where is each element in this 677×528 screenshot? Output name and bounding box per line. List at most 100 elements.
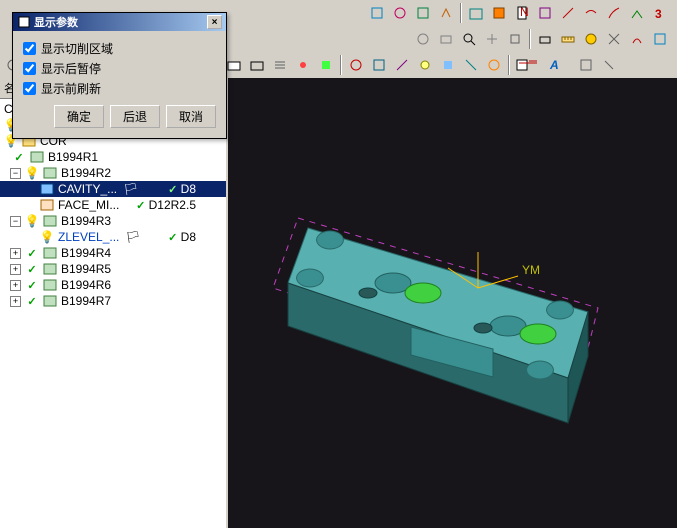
dialog-body: 显示切削区域 显示后暂停 显示前刷新 确定 后退 取消 [13,31,226,138]
svg-text:A: A [549,58,559,72]
toolbar-btn[interactable] [465,2,487,24]
lightbulb-icon: 💡 [25,166,39,180]
tree-item[interactable]: + ✓ B1994R4 [0,245,226,261]
toolbar-btn[interactable] [603,28,625,50]
toolbar-btn[interactable] [366,2,388,24]
toolbar-btn[interactable] [246,54,268,76]
checkbox-pause-after[interactable]: 显示后暂停 [23,60,216,77]
toolbar-btn[interactable] [483,54,505,76]
expand-icon[interactable]: + [10,248,21,259]
tree-item[interactable]: − 💡 B1994R3 [0,213,226,229]
program-icon [43,294,57,308]
tree-item[interactable]: − 💡 B1994R2 [0,165,226,181]
operation-icon [40,198,54,212]
checkbox-input[interactable] [23,42,36,55]
ruler-icon[interactable] [557,28,579,50]
toolbar-separator [529,29,531,49]
toolbar-btn[interactable] [435,2,457,24]
program-icon [43,262,57,276]
svg-text:3: 3 [655,7,662,20]
zoom-in-icon[interactable] [458,28,480,50]
tool-col: ✓ D8 [160,182,226,196]
toolbar-btn[interactable] [412,28,434,50]
toolbar-btn[interactable]: N [511,2,533,24]
collapse-icon[interactable]: − [10,216,21,227]
ok-button[interactable]: 确定 [54,105,104,128]
check-icon: ✓ [25,262,39,276]
checkbox-cut-region[interactable]: 显示切削区域 [23,40,216,57]
checkbox-refresh-before[interactable]: 显示前刷新 [23,80,216,97]
toolbar-btn[interactable] [292,54,314,76]
check-icon: ✓ [25,246,39,260]
toolbar-btn[interactable] [435,28,457,50]
program-icon [43,246,57,260]
collapse-icon[interactable]: − [10,168,21,179]
program-icon [30,150,44,164]
toolbar-btn[interactable] [598,54,620,76]
expand-icon[interactable]: + [10,296,21,307]
toolbar-btn[interactable] [345,54,367,76]
back-button[interactable]: 后退 [110,105,160,128]
toolbar-btn[interactable] [481,28,503,50]
toolbar-btn[interactable] [414,54,436,76]
lightbulb-icon: 💡 [40,230,54,244]
toolbar-btn[interactable] [534,28,556,50]
toolbar-btn[interactable]: 3 [649,2,671,24]
toolbar-btn[interactable] [368,54,390,76]
toolbar-btn[interactable] [649,28,671,50]
toolbar-btn[interactable] [504,28,526,50]
toolbar-btn[interactable] [557,2,579,24]
toolbar-btn[interactable] [315,54,337,76]
expand-icon[interactable]: + [10,280,21,291]
tree-item[interactable]: + ✓ B1994R5 [0,261,226,277]
toolbar-btn[interactable] [626,28,648,50]
program-icon [43,166,57,180]
close-icon[interactable]: × [207,15,222,29]
tree-item-selected[interactable]: CAVITY_... 🏳 ✓ D8 [0,181,226,197]
toolbar-btn[interactable] [603,2,625,24]
toolbar-btn[interactable] [269,54,291,76]
operation-icon [40,182,54,196]
toolbar-btn[interactable] [437,54,459,76]
check-icon: ✓ [25,294,39,308]
toolbar-btn[interactable] [488,2,510,24]
dialog-title-text: 显示参数 [34,14,207,30]
flag-icon: 🏳 [125,230,140,244]
toolbar-separator [460,3,462,23]
toolbar-btn[interactable] [391,54,413,76]
toolbar-btn[interactable]: A [544,54,574,76]
display-params-dialog: 显示参数 × 显示切削区域 显示后暂停 显示前刷新 确定 后退 取消 [12,12,227,139]
tree-item[interactable]: 💡 ZLEVEL_... 🏳 ✓ D8 [0,229,226,245]
toolbar-btn[interactable] [626,2,648,24]
operation-tree[interactable]: C_PROGRAM 💡 NONE 💡 COR ✓ B1994R1 − 💡 [0,99,226,528]
graphics-viewport[interactable]: YM [228,78,677,528]
toolbar-btn[interactable] [513,54,543,76]
tree-item[interactable]: + ✓ B1994R7 [0,293,226,309]
expand-icon[interactable]: + [10,264,21,275]
check-icon: ✓ [25,278,39,292]
program-icon [43,214,57,228]
toolbar-btn[interactable] [580,2,602,24]
tree-item[interactable]: FACE_MI... ✓ D12R2.5 [0,197,226,213]
tool-col: ✓ D12R2.5 [128,198,226,212]
svg-text:N: N [520,5,529,19]
dialog-button-row: 确定 后退 取消 [23,105,216,128]
cancel-button[interactable]: 取消 [166,105,216,128]
checkbox-input[interactable] [23,82,36,95]
toolbar-btn[interactable] [580,28,602,50]
toolbar-btn[interactable] [460,54,482,76]
toolbar-btn[interactable] [575,54,597,76]
program-icon [43,278,57,292]
toolbar-separator [508,55,510,75]
tree-item[interactable]: ✓ B1994R1 [0,149,226,165]
toolbar-btn[interactable] [389,2,411,24]
dialog-icon [17,15,31,29]
lightbulb-icon: 💡 [25,214,39,228]
dialog-titlebar[interactable]: 显示参数 × [13,13,226,31]
checkbox-label: 显示切削区域 [41,40,113,57]
tree-item[interactable]: + ✓ B1994R6 [0,277,226,293]
toolbar-btn[interactable] [412,2,434,24]
checkbox-input[interactable] [23,62,36,75]
toolbar-btn[interactable] [534,2,556,24]
model-render: YM [228,78,677,528]
